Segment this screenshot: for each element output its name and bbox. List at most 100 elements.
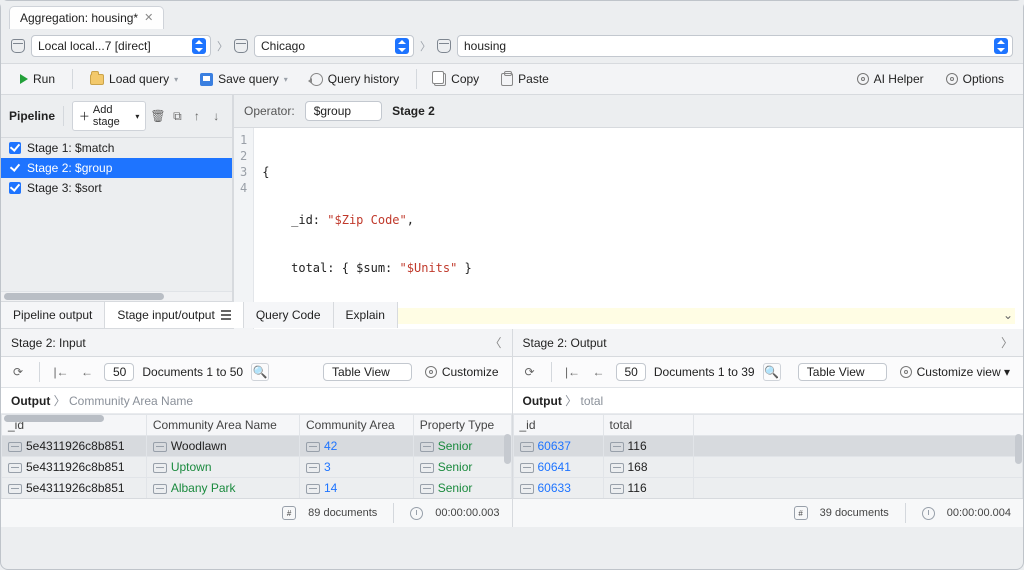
- copy-icon: [434, 73, 446, 86]
- crumb-root[interactable]: Output: [523, 394, 562, 408]
- col-total[interactable]: total: [603, 415, 693, 436]
- operator-bar: Operator: $group Stage 2: [234, 95, 1023, 128]
- paste-button[interactable]: Paste: [492, 68, 558, 90]
- save-query-button[interactable]: Save query ▾: [191, 68, 297, 90]
- output-breadcrumb: Output 〉 total: [513, 388, 1024, 414]
- stage-item[interactable]: Stage 1: $match: [1, 138, 232, 158]
- history-icon: [310, 73, 323, 86]
- crumb-leaf[interactable]: Community Area Name: [69, 394, 193, 408]
- doc-count: 89 documents: [308, 507, 377, 519]
- connection-select[interactable]: Local local...7 [direct]: [31, 35, 211, 57]
- chevron-right-icon[interactable]: 〉: [1001, 334, 1013, 351]
- col-id[interactable]: _id: [513, 415, 603, 436]
- table-row[interactable]: 60633 116: [513, 478, 1023, 499]
- checkbox-icon[interactable]: [9, 182, 21, 194]
- options-button[interactable]: Options: [937, 68, 1013, 90]
- copy-button[interactable]: Copy: [425, 68, 488, 90]
- duplicate-icon[interactable]: ⧉: [170, 107, 185, 125]
- trash-icon[interactable]: 🗑: [150, 107, 165, 125]
- col-area[interactable]: Community Area: [300, 415, 414, 436]
- document-icon: #: [794, 506, 808, 520]
- tab-pipeline-output[interactable]: Pipeline output: [1, 302, 105, 328]
- checkbox-icon[interactable]: [9, 142, 21, 154]
- page-size-value: 50: [625, 365, 638, 379]
- crumb-root[interactable]: Output: [11, 394, 50, 408]
- vertical-scrollbar[interactable]: [1015, 434, 1022, 464]
- first-page-icon[interactable]: |←: [52, 363, 70, 381]
- refresh-icon[interactable]: ⟳: [9, 363, 27, 381]
- page-size-select[interactable]: 50: [616, 363, 646, 381]
- run-button[interactable]: Run: [11, 68, 64, 90]
- play-icon: [20, 74, 28, 84]
- checkbox-icon[interactable]: [9, 162, 21, 174]
- chevron-left-icon[interactable]: 〈: [489, 334, 501, 351]
- document-tabs: Aggregation: housing* ✕: [1, 1, 1023, 29]
- first-page-icon[interactable]: |←: [564, 363, 582, 381]
- save-icon: [200, 73, 213, 86]
- doc-range: Documents 1 to 50: [142, 365, 243, 379]
- tab-stage-io[interactable]: Stage input/output: [105, 302, 243, 328]
- pipeline-header: Pipeline ＋ Add stage ▾ 🗑 ⧉ ↑ ↓: [1, 95, 232, 138]
- num-icon: [306, 442, 320, 452]
- refresh-icon[interactable]: ⟳: [521, 363, 539, 381]
- col-name[interactable]: Community Area Name: [146, 415, 299, 436]
- ai-helper-button[interactable]: AI Helper: [848, 68, 933, 90]
- stage-list: Stage 1: $match Stage 2: $group Stage 3:…: [1, 138, 232, 291]
- gear-icon: [900, 366, 912, 378]
- clock-icon: [410, 507, 423, 520]
- page-size-select[interactable]: 50: [104, 363, 134, 381]
- crumb-leaf[interactable]: total: [581, 394, 604, 408]
- customize-view-button[interactable]: Customize view ▾: [895, 362, 1015, 382]
- prev-page-icon[interactable]: ←: [78, 363, 96, 381]
- view-mode-select[interactable]: Table View: [798, 363, 887, 381]
- id-icon: [8, 442, 22, 452]
- query-history-button[interactable]: Query history: [301, 68, 408, 90]
- doc-range: Documents 1 to 39: [654, 365, 755, 379]
- add-stage-button[interactable]: ＋ Add stage ▾: [72, 101, 146, 131]
- database-select[interactable]: Chicago: [254, 35, 414, 57]
- dropdown-icon: [395, 38, 409, 54]
- horizontal-scrollbar[interactable]: [1, 291, 232, 301]
- table-row[interactable]: 60641 168: [513, 457, 1023, 478]
- ai-label: AI Helper: [874, 72, 924, 86]
- table-row[interactable]: 5e4311926c8b851 Albany Park 14 Senior: [2, 478, 512, 499]
- collection-select[interactable]: housing: [457, 35, 1013, 57]
- move-up-icon[interactable]: ↑: [189, 107, 204, 125]
- server-icon: [11, 39, 25, 53]
- table-row[interactable]: 5e4311926c8b851 Uptown 3 Senior: [2, 457, 512, 478]
- search-icon[interactable]: 🔍: [763, 363, 781, 381]
- table-row[interactable]: 60637 116: [513, 436, 1023, 457]
- close-icon[interactable]: ✕: [144, 11, 153, 24]
- document-tab[interactable]: Aggregation: housing* ✕: [9, 6, 164, 29]
- tab-query-code[interactable]: Query Code: [244, 302, 334, 328]
- input-table: _id Community Area Name Community Area P…: [1, 414, 512, 498]
- connection-value: Local local...7 [direct]: [38, 39, 151, 53]
- plus-icon: ＋: [79, 108, 90, 124]
- prev-page-icon[interactable]: ←: [590, 363, 608, 381]
- search-icon[interactable]: 🔍: [251, 363, 269, 381]
- collapse-icon[interactable]: ⌄: [993, 302, 1023, 328]
- load-query-button[interactable]: Load query ▾: [81, 68, 187, 90]
- view-mode-value: Table View: [807, 365, 865, 379]
- copy-label: Copy: [451, 72, 479, 86]
- stage-output-pane: Stage 2: Output 〉 ⟳ |← ← 50 Documents 1 …: [513, 329, 1024, 527]
- customize-button[interactable]: Customize: [420, 362, 504, 382]
- database-value: Chicago: [261, 39, 305, 53]
- stage-item[interactable]: Stage 3: $sort: [1, 178, 232, 198]
- pipeline-title: Pipeline: [9, 109, 55, 123]
- table-row[interactable]: 5e4311926c8b851 Woodlawn 42 Senior: [2, 436, 512, 457]
- tab-explain[interactable]: Explain: [334, 302, 398, 328]
- move-down-icon[interactable]: ↓: [209, 107, 224, 125]
- output-title: Stage 2: Output: [523, 336, 607, 350]
- view-mode-select[interactable]: Table View: [323, 363, 412, 381]
- dropdown-icon: [994, 38, 1008, 54]
- col-ptype[interactable]: Property Type: [413, 415, 511, 436]
- table-header-row: _id total: [513, 415, 1023, 436]
- page-size-value: 50: [113, 365, 126, 379]
- output-footer: # 39 documents 00:00:00.004: [513, 498, 1024, 527]
- vertical-scrollbar[interactable]: [504, 434, 511, 464]
- stage-item[interactable]: Stage 2: $group: [1, 158, 232, 178]
- dropdown-icon: [192, 38, 206, 54]
- operator-select[interactable]: $group: [305, 101, 382, 121]
- load-label: Load query: [109, 72, 169, 86]
